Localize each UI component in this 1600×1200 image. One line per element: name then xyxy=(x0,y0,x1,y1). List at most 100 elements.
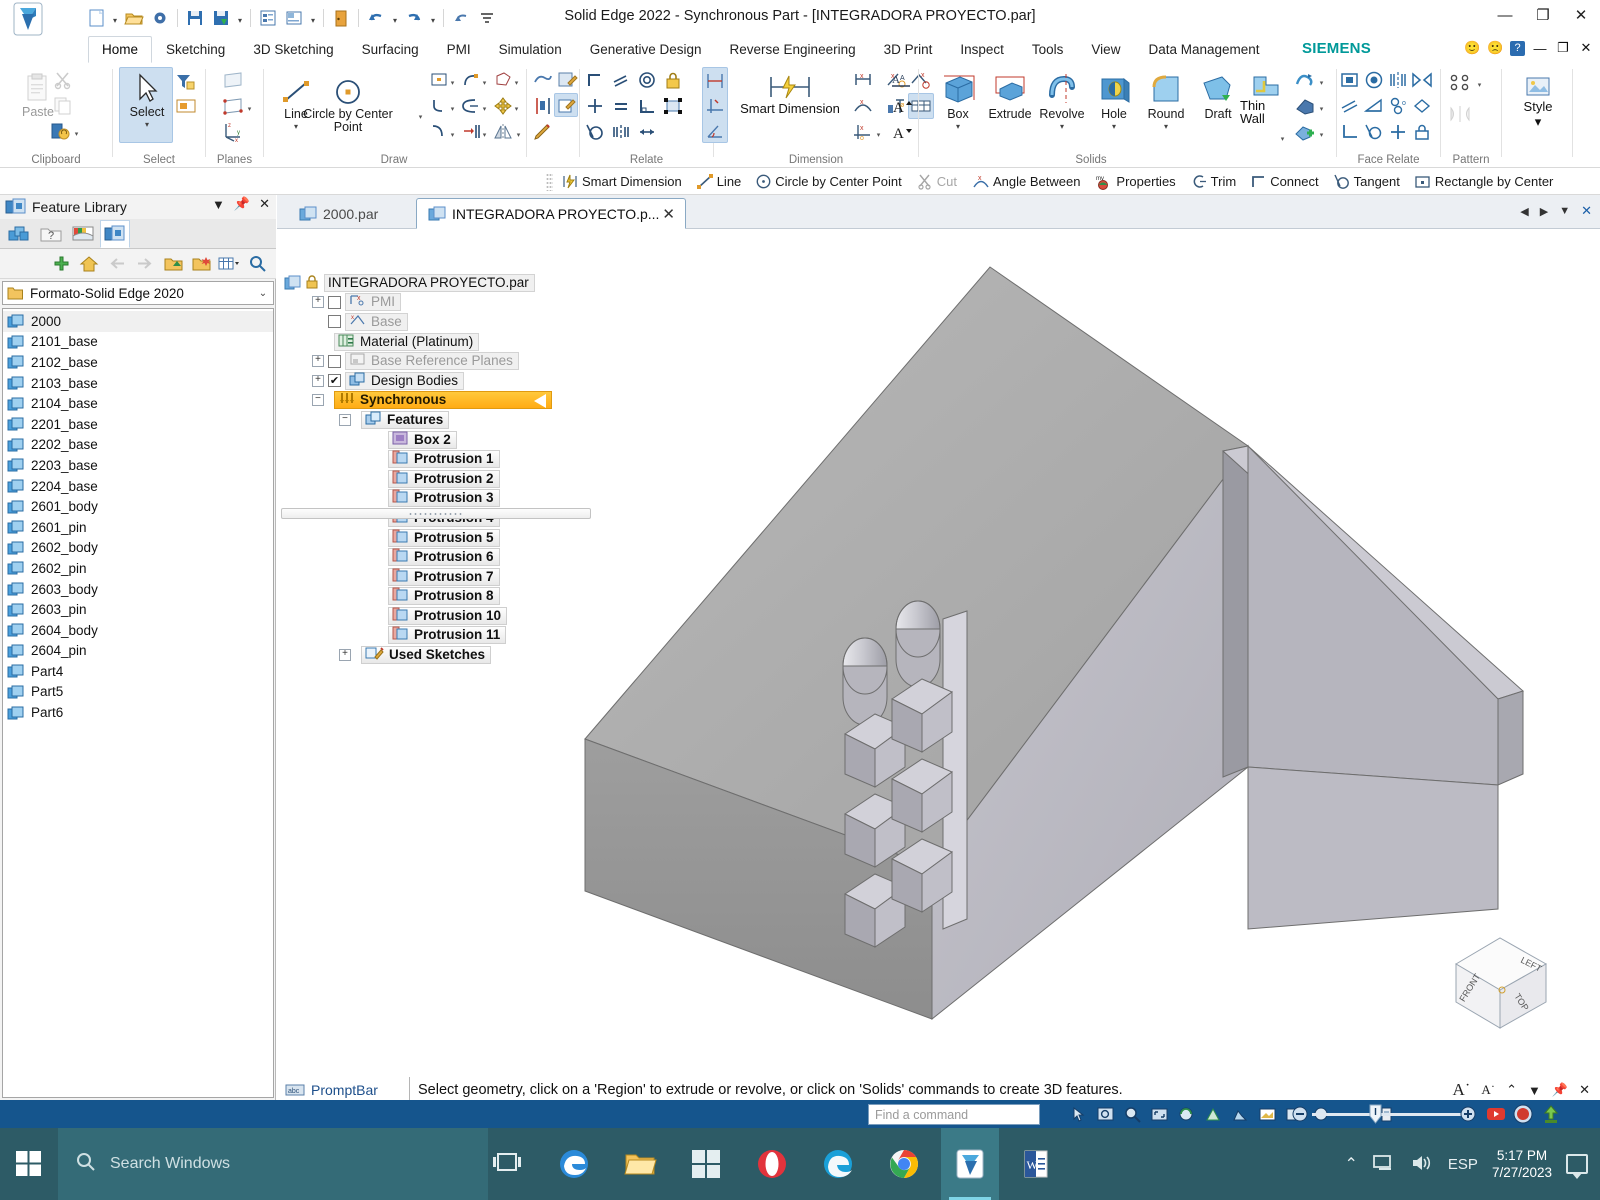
view-styles-icon[interactable] xyxy=(1257,1103,1277,1125)
tree-node-protrusion-10[interactable]: Protrusion 10 xyxy=(281,606,601,626)
tab-prev-icon[interactable]: ◀ xyxy=(1520,205,1528,218)
word-icon[interactable]: W xyxy=(1007,1128,1065,1200)
library-item[interactable]: 2602_pin xyxy=(3,558,273,579)
library-item[interactable]: 2204_base xyxy=(3,476,273,497)
file-explorer-icon[interactable] xyxy=(611,1128,669,1200)
library-item[interactable]: Part6 xyxy=(3,702,273,723)
hole-dropdown-icon[interactable]: ▾ xyxy=(1112,122,1116,131)
draft-button[interactable]: Draft xyxy=(1190,69,1246,121)
tangent-arc-dropdown-icon[interactable]: ▾ xyxy=(448,95,457,117)
fit-icon[interactable] xyxy=(1149,1103,1169,1125)
up-folder-icon[interactable] xyxy=(160,252,186,276)
increase-font-icon[interactable]: A˙ xyxy=(1452,1080,1470,1100)
dimension-angular-icon[interactable] xyxy=(704,121,726,143)
pattern-icon[interactable] xyxy=(1449,71,1471,93)
tab-view[interactable]: View xyxy=(1077,36,1134,63)
tree-resize-grip[interactable] xyxy=(281,508,591,519)
arc-icon[interactable] xyxy=(460,69,482,91)
face-coplanar-icon[interactable] xyxy=(1339,69,1361,91)
cmd-line[interactable]: Line xyxy=(691,170,748,193)
tab-close-icon[interactable]: ✕ xyxy=(1581,203,1592,219)
tangent-relate-icon[interactable] xyxy=(584,121,606,143)
upload-icon[interactable] xyxy=(1541,1104,1561,1127)
edge-legacy-icon[interactable] xyxy=(545,1128,603,1200)
tab-sketching[interactable]: Sketching xyxy=(152,36,239,63)
library-item[interactable]: Part4 xyxy=(3,661,273,682)
smart-dimension-button[interactable]: Smart Dimension xyxy=(732,73,848,116)
tree-root[interactable]: INTEGRADORA PROYECTO.par xyxy=(281,273,601,293)
rotate-icon[interactable] xyxy=(1176,1103,1196,1125)
edit-sketch-icon[interactable] xyxy=(532,121,554,143)
decrease-font-icon[interactable]: A˙ xyxy=(1481,1082,1495,1098)
tab-simulation[interactable]: Simulation xyxy=(485,36,576,63)
clock[interactable]: 5:17 PM 7/27/2023 xyxy=(1492,1147,1552,1181)
library-item[interactable]: Part5 xyxy=(3,682,273,703)
equal-relate-icon[interactable] xyxy=(610,95,632,117)
coordinate-system-icon[interactable]: zyx xyxy=(222,120,244,144)
smiley-sad-icon[interactable]: 🙁 xyxy=(1487,40,1503,56)
tab-reverse-engineering[interactable]: Reverse Engineering xyxy=(716,36,870,63)
decrease-font-size-icon[interactable]: A xyxy=(890,121,912,143)
panel-close-icon[interactable]: ✕ xyxy=(259,196,270,212)
task-view-icon[interactable] xyxy=(492,1150,522,1179)
select-button[interactable]: Select ▾ xyxy=(119,69,175,129)
paste-dropdown-icon[interactable]: ▾ xyxy=(72,120,81,142)
tree-checkbox[interactable] xyxy=(328,315,341,329)
cmd-connect[interactable]: Connect xyxy=(1245,170,1324,193)
system-tray[interactable]: ⌃ ESP 5:17 PM 7/27/2023 xyxy=(1345,1128,1600,1200)
minimize-button[interactable]: — xyxy=(1494,7,1516,24)
tab-pmi[interactable]: PMI xyxy=(433,36,485,63)
extrude-button[interactable]: Extrude xyxy=(982,69,1038,121)
add-body-dropdown-icon[interactable]: ▾ xyxy=(1317,121,1326,143)
ribbon-tabs[interactable]: Home Sketching 3D Sketching Surfacing PM… xyxy=(88,36,1274,63)
round-dropdown-icon[interactable]: ▾ xyxy=(1164,122,1168,131)
volume-icon[interactable] xyxy=(1410,1153,1434,1176)
tab-generative-design[interactable]: Generative Design xyxy=(576,36,716,63)
tree-expander[interactable]: + xyxy=(312,374,324,387)
symmetric-relate-icon[interactable] xyxy=(610,121,632,143)
tree-node-used-sketches[interactable]: + Used Sketches xyxy=(281,645,601,665)
circle-dropdown-icon[interactable]: ▾ xyxy=(416,103,425,125)
microsoft-store-icon[interactable] xyxy=(677,1128,735,1200)
cmd-rectangle-by-center[interactable]: Rectangle by Center xyxy=(1409,170,1560,193)
assembly-pathfinder-tab[interactable] xyxy=(4,219,34,248)
tree-node-protrusion-1[interactable]: Protrusion 1 xyxy=(281,449,601,469)
library-item[interactable]: 2000 xyxy=(3,311,273,332)
library-item[interactable]: 2604_body xyxy=(3,620,273,641)
tree-checkbox[interactable] xyxy=(328,295,341,309)
smiley-happy-icon[interactable]: 🙂 xyxy=(1464,40,1480,56)
line-dropdown-icon[interactable]: ▾ xyxy=(294,122,298,131)
subtract-icon[interactable] xyxy=(1294,95,1316,117)
tree-node-protrusion-5[interactable]: Protrusion 5 xyxy=(281,528,601,548)
prompt-bar-buttons[interactable]: A˙ A˙ ⌃ ▼ 📌 ✕ xyxy=(1452,1080,1600,1100)
face-concentric-icon[interactable] xyxy=(1363,69,1385,91)
increase-font-size-icon[interactable]: A xyxy=(890,95,912,117)
revolve-button[interactable]: Revolve ▾ xyxy=(1034,69,1090,131)
record-icon[interactable] xyxy=(1513,1104,1533,1127)
shading-icon[interactable] xyxy=(1230,1103,1250,1125)
perpendicular-relate-icon[interactable] xyxy=(636,95,658,117)
region-edit-icon[interactable] xyxy=(556,69,578,91)
library-item[interactable]: 2602_body xyxy=(3,538,273,559)
cmd-angle-between[interactable]: x Angle Between xyxy=(966,170,1086,193)
rectangle-dropdown-icon[interactable]: ▾ xyxy=(448,69,457,91)
planes-dropdown-icon[interactable]: ▾ xyxy=(245,95,254,117)
fillet-icon[interactable] xyxy=(428,121,450,143)
cmd-tangent[interactable]: Tangent xyxy=(1328,170,1406,193)
tree-node-protrusion-6[interactable]: Protrusion 6 xyxy=(281,547,601,567)
chrome-icon[interactable] xyxy=(875,1128,933,1200)
tree-expander[interactable]: + xyxy=(339,649,351,662)
connect-relate-icon[interactable] xyxy=(584,69,606,91)
concentric-relate-icon[interactable] xyxy=(636,69,658,91)
tab-3d-print[interactable]: 3D Print xyxy=(870,36,947,63)
tab-next-icon[interactable]: ▶ xyxy=(1540,205,1548,218)
mirror-copy-icon[interactable] xyxy=(1449,103,1471,125)
cmd-smart-dimension[interactable]: Smart Dimension xyxy=(556,170,688,193)
coincident-relate-icon[interactable] xyxy=(584,95,606,117)
solid-edge-icon[interactable] xyxy=(941,1128,999,1200)
feature-library-tabs[interactable]: ? xyxy=(0,219,276,249)
copy-icon[interactable] xyxy=(52,95,74,117)
tree-node-protrusion-2[interactable]: Protrusion 2 xyxy=(281,469,601,489)
ribbon-restore-icon[interactable]: ❐ xyxy=(1555,40,1571,56)
youtube-icon[interactable] xyxy=(1486,1105,1506,1126)
